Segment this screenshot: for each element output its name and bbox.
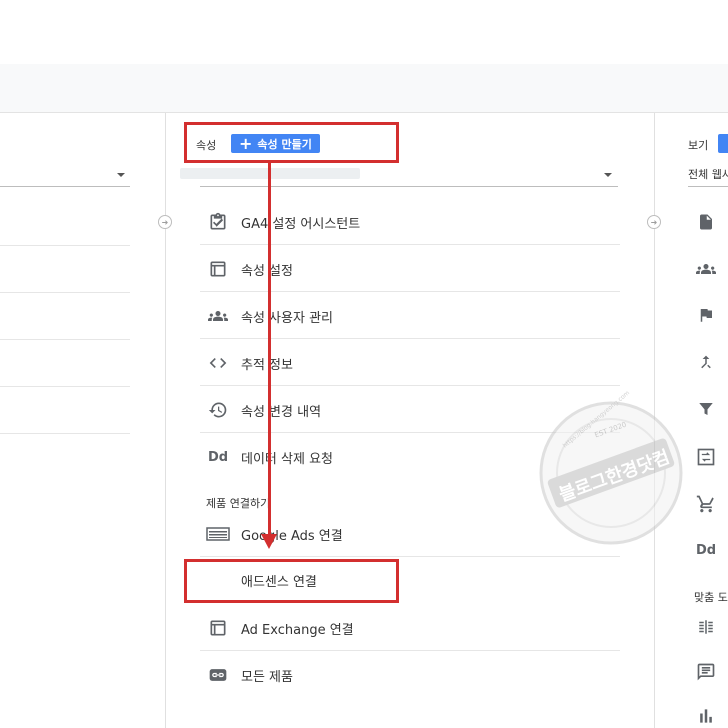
view-section-label: 맞춤 도 [694, 591, 728, 604]
people-icon [206, 304, 230, 328]
document-icon[interactable] [694, 210, 718, 234]
menu-item-label: 속성 변경 내역 [241, 405, 322, 420]
watermark-stamp: 블로그한경닷컴 EST 2020 https://blog.hangyeong.… [536, 390, 686, 548]
menu-item-ad-exchange-linking[interactable]: Ad Exchange 연결 [200, 604, 620, 651]
menu-item-ga4-setup-assistant[interactable]: GA4 설정 어시스턴트 [200, 198, 620, 245]
section-label-product-linking: 제품 연결하기 [206, 497, 271, 510]
menu-item-label: 모든 제품 [241, 670, 293, 685]
bar-chart-icon[interactable] [694, 704, 718, 728]
menu-item-property-settings[interactable]: 속성 설정 [200, 245, 620, 292]
people-icon[interactable] [694, 257, 718, 281]
account-dropdown-caret[interactable] [117, 173, 125, 177]
menu-item-property-user-management[interactable]: 속성 사용자 관리 [200, 292, 620, 339]
filter-icon[interactable] [694, 397, 718, 421]
google-ads-icon [206, 522, 230, 546]
highlight-box-adsense [184, 559, 399, 603]
menu-item-label: GA4 설정 어시스턴트 [241, 217, 361, 232]
window-layout-icon [206, 257, 230, 281]
top-bar [0, 0, 728, 65]
menu-item-label: Ad Exchange 연결 [241, 623, 354, 638]
menu-item-all-products[interactable]: 모든 제품 [200, 651, 620, 698]
data-import-icon[interactable] [694, 445, 718, 469]
view-dropdown-value[interactable]: 전체 웹사 [688, 166, 728, 182]
row-divider [0, 386, 130, 387]
data-deletion-icon: Dd [207, 449, 229, 465]
column-divider [165, 113, 166, 728]
property-dropdown-underline[interactable] [200, 186, 618, 187]
collapse-arrow-icon[interactable]: ➜ [158, 215, 172, 229]
menu-item-label: 속성 사용자 관리 [241, 311, 333, 326]
highlight-box-create-property [184, 122, 399, 163]
account-dropdown-underline[interactable] [0, 186, 130, 187]
collapse-arrow-icon[interactable]: ➜ [647, 215, 661, 229]
merge-icon[interactable] [694, 350, 718, 374]
row-divider [0, 245, 130, 246]
columns-icon[interactable] [694, 615, 718, 639]
menu-item-label: Google Ads 연결 [241, 529, 343, 544]
menu-item-label: 속성 설정 [241, 264, 293, 279]
view-dropdown-underline[interactable] [688, 186, 728, 187]
cart-icon[interactable] [694, 492, 718, 516]
create-view-button[interactable] [718, 134, 728, 153]
row-divider [0, 433, 130, 434]
code-brackets-icon [206, 351, 230, 375]
window-layout-icon [206, 616, 230, 640]
menu-item-label: 데이터 삭제 요청 [241, 452, 333, 467]
comment-icon[interactable] [694, 660, 718, 684]
flag-icon[interactable] [694, 303, 718, 327]
annotation-arrow-head [261, 534, 277, 549]
history-icon [206, 398, 230, 422]
link-icon [206, 663, 230, 687]
menu-item-label: 추적 정보 [241, 358, 293, 373]
clipboard-check-icon [206, 210, 230, 234]
annotation-arrow-line [268, 162, 271, 538]
sub-bar [0, 64, 728, 113]
data-deletion-icon[interactable]: Dd [694, 538, 718, 562]
row-divider [0, 292, 130, 293]
row-divider [0, 339, 130, 340]
menu-item-tracking-info[interactable]: 추적 정보 [200, 339, 620, 386]
view-header-label: 보기 [688, 139, 709, 152]
property-dropdown-caret[interactable] [604, 173, 612, 177]
